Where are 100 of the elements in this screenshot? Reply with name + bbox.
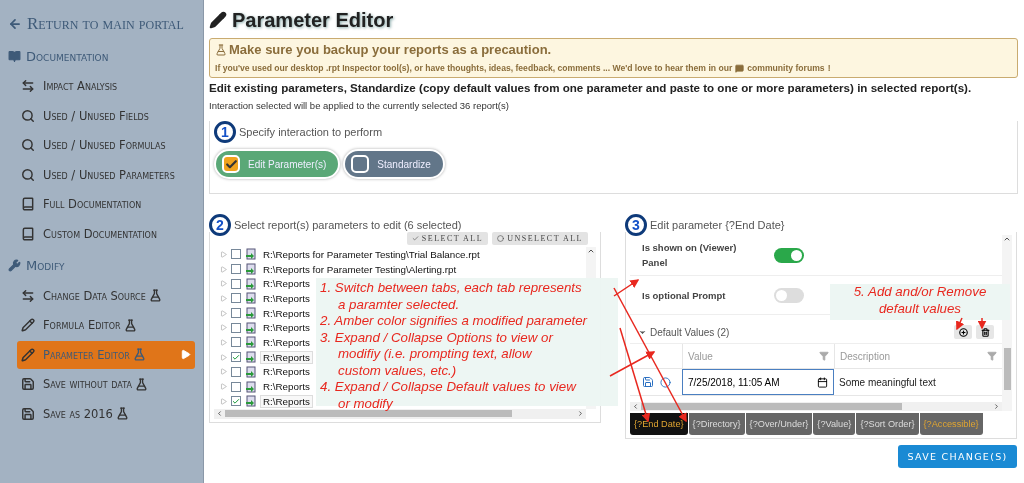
unselect-all-button[interactable]: UNSELECT ALL (492, 232, 588, 245)
report-path[interactable]: R:\Reports (261, 381, 312, 393)
check-icon (232, 396, 240, 406)
report-path[interactable]: R:\Reports (261, 351, 312, 363)
date-field[interactable]: 7/25/2018, 11:05 AM (682, 369, 834, 395)
sidebar-item[interactable]: Change Data Source (17, 281, 195, 310)
warning-message: If you've used our desktop .rpt Inspector tool(s), or have thoughts, ideas, feedback, comments ... We'd love to hear them in our (215, 63, 733, 73)
step-title: Select report(s) parameters to edit (6 selected) (234, 219, 462, 231)
book-icon (21, 197, 35, 212)
annotation-arrow (977, 317, 987, 330)
annotation-text: a paramter selected. (337, 296, 460, 313)
checkbox[interactable] (231, 264, 241, 275)
return-link[interactable]: Return to main portal (8, 14, 203, 34)
report-icon (245, 263, 257, 276)
sidebar-item[interactable]: Formula Editor (17, 311, 195, 340)
report-path[interactable]: R:\Reports (261, 322, 312, 334)
scroll-left-icon[interactable] (216, 410, 223, 418)
report-path[interactable]: R:\Reports (261, 307, 312, 319)
sidebar-item[interactable]: Used / Unused Parameters (17, 160, 195, 189)
scroll-up-icon[interactable] (1003, 235, 1011, 243)
delete-button[interactable] (976, 325, 994, 339)
report-path[interactable]: R:\Reports (261, 278, 312, 290)
checkbox[interactable] (231, 352, 241, 363)
sidebar-item[interactable]: Used / Unused Formulas (17, 131, 195, 160)
save-button[interactable]: SAVE CHANGE(S) (898, 445, 1017, 468)
pencil-icon (209, 11, 227, 29)
calendar-icon[interactable] (817, 376, 828, 388)
report-icon (245, 365, 257, 378)
report-icon (245, 248, 257, 261)
sidebar-item[interactable]: Save without data (17, 370, 195, 399)
annotation-text: 5. Add and/or Remove (853, 284, 987, 301)
annotation-text: default values (878, 300, 962, 317)
search-icon (21, 138, 35, 153)
report-path[interactable]: R:\Reports (261, 395, 312, 407)
report-icon (245, 336, 257, 349)
step-number: 2 (209, 214, 231, 236)
annotation-text: 3. Expand / Collapse Options to view or (320, 329, 553, 346)
toggle-switch[interactable] (774, 247, 804, 263)
checkbox[interactable] (231, 308, 241, 319)
parameter-tab[interactable]: {?Directory} (688, 413, 745, 435)
add-button[interactable] (954, 325, 972, 339)
checkbox[interactable] (231, 293, 241, 304)
report-path[interactable]: R:\Reports (261, 292, 312, 304)
report-icon (245, 380, 257, 393)
checkbox[interactable] (231, 337, 241, 348)
page-title: Parameter Editor (209, 8, 1018, 32)
toggle-switch[interactable] (774, 287, 804, 303)
step-number: 3 (625, 214, 647, 236)
check-icon (224, 157, 238, 171)
filter-icon[interactable] (819, 351, 829, 361)
filter-icon[interactable] (987, 351, 997, 361)
step-number: 1 (214, 121, 236, 143)
report-path[interactable]: R:\Reports (261, 336, 312, 348)
flask-icon (215, 43, 227, 56)
scrollbar-thumb[interactable] (1003, 348, 1011, 390)
scroll-right-icon[interactable] (993, 403, 1000, 410)
report-path[interactable]: R:\Reports for Parameter Testing\Trial Balance.rpt (261, 248, 482, 260)
warning-title: Make sure you backup your reports as a precaution. (229, 42, 552, 57)
annotation-arrow (956, 317, 965, 331)
sidebar-item[interactable]: Impact Analysis (17, 72, 195, 100)
checkbox[interactable] (231, 366, 241, 377)
sidebar-item[interactable]: Full Documentation (17, 190, 195, 219)
scroll-up-icon[interactable] (587, 247, 595, 255)
wrench-icon (8, 259, 21, 273)
step-title: Edit parameter {?End Date} (650, 219, 785, 231)
checkbox[interactable] (231, 381, 241, 392)
report-icon (245, 292, 257, 305)
report-path[interactable]: R:\Reports for Parameter Testing\Alerting.rpt (261, 263, 459, 275)
parameter-tab[interactable]: {?End Date} (630, 413, 688, 435)
checkbox[interactable] (231, 278, 241, 289)
circle-icon[interactable] (659, 376, 671, 388)
parameter-tab[interactable]: {?Value} (813, 413, 856, 435)
step-title: Specify interaction to perform (239, 126, 383, 138)
sidebar-item[interactable]: Save as 2016 (17, 399, 195, 428)
report-icon (245, 277, 257, 290)
checkbox[interactable] (231, 396, 241, 407)
intro-text: Edit existing parameters, Standardize (copy default values from one parameter and paste to one or more parameters) in selected report(s). (209, 81, 973, 94)
sidebar-item[interactable]: Custom Documentation (17, 219, 195, 248)
checkbox[interactable] (231, 249, 241, 260)
sidebar-item[interactable]: Used / Unused Fields (17, 101, 195, 130)
swap-arrows-icon (21, 288, 35, 303)
interaction-option[interactable]: Standardize (343, 149, 445, 179)
report-icon (245, 321, 257, 334)
parameter-tab[interactable]: {?Over/Under} (745, 413, 813, 435)
scroll-right-icon[interactable] (577, 410, 584, 418)
option-label: Is optional Prompt (642, 288, 727, 303)
swap-arrows-icon (21, 79, 35, 93)
parameter-tab[interactable]: {?Sort Order} (856, 413, 919, 435)
caret-icon (180, 349, 191, 361)
annotation-text: 4. Expand / Collapse Default values to view (320, 379, 576, 396)
chat-icon (735, 63, 745, 73)
report-path[interactable]: R:\Reports (261, 366, 312, 378)
report-icon (245, 351, 257, 364)
scroll-left-icon[interactable] (632, 403, 639, 410)
checkbox[interactable] (231, 322, 241, 333)
pencil-icon (21, 347, 35, 362)
trash-icon (980, 327, 990, 337)
forums-link[interactable]: community forums (747, 63, 825, 73)
select-all-button[interactable]: SELECT ALL (406, 232, 489, 245)
scrollbar[interactable] (630, 402, 1002, 411)
